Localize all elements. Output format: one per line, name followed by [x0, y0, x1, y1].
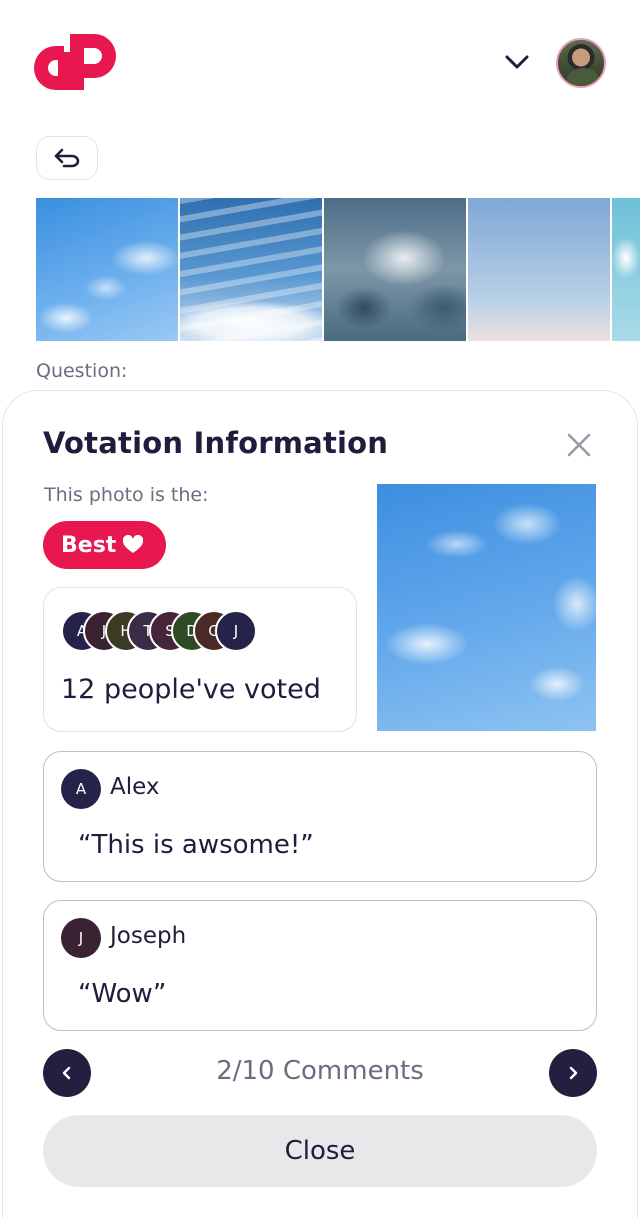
avatar-figure [567, 68, 599, 86]
dp-logo-icon[interactable] [34, 34, 118, 90]
gallery-thumbnail[interactable] [180, 198, 322, 341]
close-button[interactable]: Close [43, 1115, 597, 1187]
undo-arrow-icon [54, 148, 80, 168]
votes-count-text: 12 people've voted [61, 674, 321, 705]
gallery-thumbnail[interactable] [612, 198, 640, 341]
comment-text: “This is awsome!” [78, 830, 314, 860]
comment-card: A Alex “This is awsome!” [43, 751, 597, 882]
photo-status-label: This photo is the: [44, 484, 209, 506]
back-button[interactable] [36, 136, 98, 180]
user-avatar[interactable] [556, 38, 606, 88]
close-icon[interactable] [566, 432, 592, 458]
gallery-thumbnail[interactable] [36, 198, 178, 341]
badge-label: Best [61, 532, 117, 558]
chevron-left-icon [62, 1066, 71, 1080]
prev-comments-button[interactable] [43, 1049, 91, 1097]
comments-pagination: 2/10 Comments [216, 1056, 424, 1086]
next-comments-button[interactable] [549, 1049, 597, 1097]
voters-card: A J H T S D G J 12 people've voted [43, 587, 357, 732]
voted-photo [377, 484, 596, 731]
question-label: Question: [36, 360, 128, 382]
comment-avatar: A [61, 769, 101, 809]
photo-gallery [36, 198, 640, 341]
chevron-right-icon [569, 1066, 578, 1080]
comment-avatar: J [61, 918, 101, 958]
chevron-down-icon[interactable] [502, 50, 532, 74]
comment-text: “Wow” [78, 979, 167, 1009]
modal-title: Votation Information [43, 426, 389, 460]
gallery-thumbnail[interactable] [324, 198, 466, 341]
voter-avatar: J [215, 610, 257, 652]
comment-author: Alex [110, 774, 160, 800]
heart-icon [123, 535, 144, 553]
comment-author: Joseph [110, 923, 187, 949]
gallery-thumbnail[interactable] [468, 198, 610, 341]
comment-card: J Joseph “Wow” [43, 900, 597, 1031]
best-badge: Best [43, 521, 167, 569]
